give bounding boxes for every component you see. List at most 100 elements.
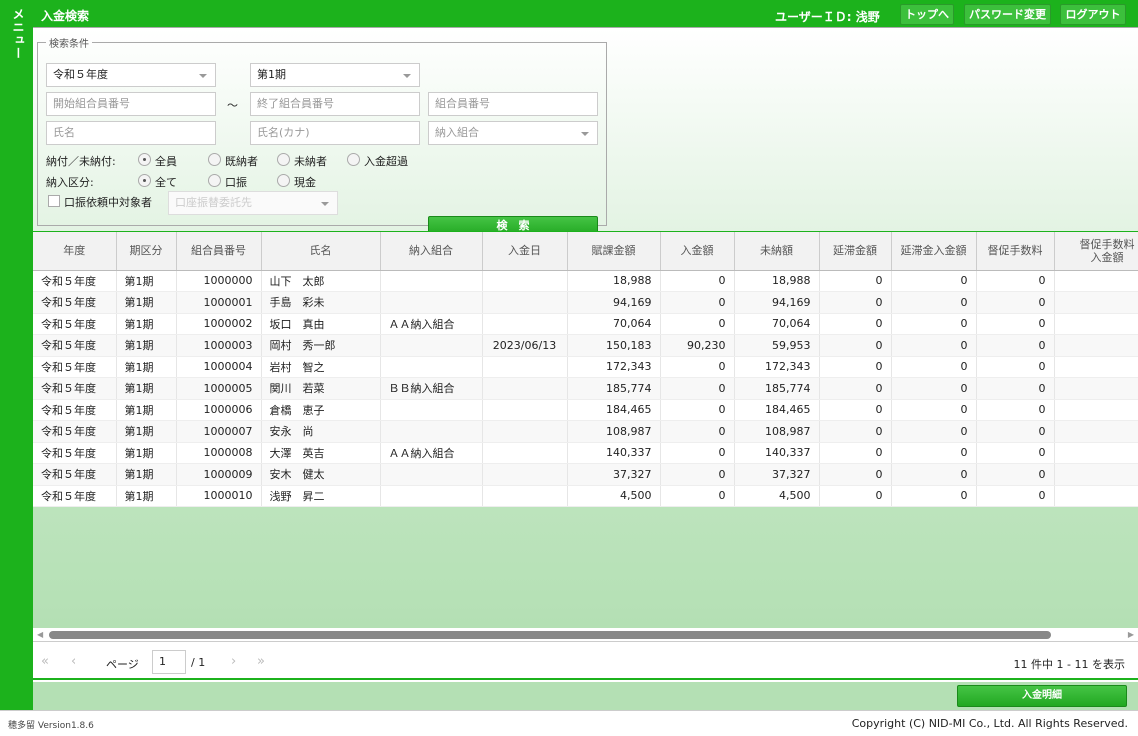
sidebar-menu-toggle[interactable]: メニュー: [0, 0, 33, 710]
horizontal-scrollbar[interactable]: ◀ ▶: [33, 628, 1138, 642]
table-cell: 0: [1054, 291, 1138, 314]
union-select[interactable]: 納入組合: [428, 121, 598, 145]
table-cell: [482, 463, 568, 486]
radio-all-members[interactable]: 全員: [138, 153, 177, 169]
table-cell: 1000003: [176, 334, 262, 357]
table-cell: 0: [976, 442, 1055, 464]
radio-transfer[interactable]: 口振: [208, 174, 247, 190]
table-cell: [482, 356, 568, 378]
kana-name-input[interactable]: 氏名(カナ): [250, 121, 420, 145]
table-cell: 172,343: [567, 356, 661, 378]
transfer-agent-select[interactable]: 口座振替委託先: [168, 191, 338, 215]
scroll-left-icon[interactable]: ◀: [37, 630, 43, 639]
scrollbar-thumb[interactable]: [49, 631, 1051, 639]
password-change-button[interactable]: パスワード変更: [964, 4, 1051, 25]
table-cell: 59,953: [734, 334, 820, 357]
table-cell: 山下 太郎: [261, 270, 381, 292]
column-header[interactable]: 入金日: [482, 232, 568, 271]
column-header[interactable]: 督促手数料 入金額: [1054, 232, 1138, 271]
table-cell: 0: [660, 270, 735, 292]
logout-button[interactable]: ログアウト: [1060, 4, 1126, 25]
table-row[interactable]: 令和５年度第1期1000010浅野 昇二4,50004,5000000: [33, 485, 1138, 507]
table-cell: 令和５年度: [33, 399, 117, 421]
table-cell: 第1期: [116, 463, 177, 486]
column-header[interactable]: 氏名: [261, 232, 381, 271]
table-cell: 108,987: [734, 420, 820, 443]
name-input[interactable]: 氏名: [46, 121, 216, 145]
table-row[interactable]: 令和５年度第1期1000000山下 太郎18,988018,9880000: [33, 270, 1138, 292]
table-cell: ＡＡ納入組合: [380, 313, 483, 335]
table-cell: 70,064: [567, 313, 661, 335]
column-header[interactable]: 督促手数料: [976, 232, 1055, 271]
column-header[interactable]: 期区分: [116, 232, 177, 271]
column-header[interactable]: 納入組合: [380, 232, 483, 271]
table-cell: 140,337: [567, 442, 661, 464]
menu-label: メニュー: [11, 8, 25, 60]
table-cell: 第1期: [116, 270, 177, 292]
table-row[interactable]: 令和５年度第1期1000007安永 尚108,9870108,9870000: [33, 420, 1138, 443]
table-cell: 0: [976, 399, 1055, 421]
payment-detail-button[interactable]: 入金明細: [957, 685, 1127, 707]
table-cell: 0: [1054, 270, 1138, 292]
table-row[interactable]: 令和５年度第1期1000009安木 健太37,327037,3270000: [33, 463, 1138, 486]
radio-overpaid[interactable]: 入金超過: [347, 153, 408, 169]
header: 入金検索 ユーザーＩＤ: 浅野 トップへ パスワード変更 ログアウト: [33, 0, 1138, 28]
transfer-request-checkbox[interactable]: 口振依頼中対象者: [48, 194, 152, 210]
table-row[interactable]: 令和５年度第1期1000001手島 彩未94,169094,1690000: [33, 291, 1138, 314]
year-select[interactable]: 令和５年度: [46, 63, 216, 87]
table-row[interactable]: 令和５年度 第1期 1000002 坂口 真由 ＡＡ納入組合 70,064 0 70,064 0…: [33, 313, 1138, 335]
table-cell: 0: [660, 463, 735, 486]
table-cell: 第1期: [116, 313, 177, 335]
table-cell: 第1期: [116, 334, 177, 357]
top-button[interactable]: トップへ: [900, 4, 954, 25]
page-input[interactable]: 1: [152, 650, 186, 674]
range-tilde: ～: [227, 99, 238, 112]
radio-paid[interactable]: 既納者: [208, 153, 258, 169]
table-row[interactable]: 令和５年度第1期1000006倉橋 恵子184,4650184,4650000: [33, 399, 1138, 421]
table-cell: [380, 399, 483, 421]
period-select[interactable]: 第1期: [250, 63, 420, 87]
table-cell: 0: [1054, 420, 1138, 443]
table-cell: 0: [819, 420, 892, 443]
version-text: 穂多留 Version1.8.6: [8, 721, 94, 731]
first-page-icon[interactable]: «: [41, 654, 49, 669]
table-cell: 172,343: [734, 356, 820, 378]
column-header[interactable]: 延滞金額: [819, 232, 892, 271]
table-cell: [380, 270, 483, 292]
table-cell: 0: [891, 270, 977, 292]
column-header[interactable]: 賦課金額: [567, 232, 661, 271]
table-cell: 1000009: [176, 463, 262, 486]
column-header[interactable]: 延滞金入金額: [891, 232, 977, 271]
table-cell: 令和５年度: [33, 463, 117, 486]
payment-type-label: 納入区分:: [46, 176, 94, 189]
table-row[interactable]: 令和５年度 第1期 1000008 大澤 英吉 ＡＡ納入組合 140,337 0 140,33…: [33, 442, 1138, 464]
table-cell: 0: [660, 420, 735, 443]
table-cell: 70,064: [734, 313, 820, 335]
column-header[interactable]: 年度: [33, 232, 117, 271]
table-cell: 2023/06/13: [482, 334, 568, 357]
column-header[interactable]: 未納額: [734, 232, 820, 271]
table-cell: [482, 485, 568, 507]
radio-unpaid[interactable]: 未納者: [277, 153, 327, 169]
page-label: ページ: [106, 658, 139, 671]
scroll-right-icon[interactable]: ▶: [1128, 630, 1134, 639]
radio-cash[interactable]: 現金: [277, 174, 316, 190]
column-header[interactable]: 入金額: [660, 232, 735, 271]
table-row[interactable]: 令和５年度 第1期 1000005 関川 若菜 ＢＢ納入組合 185,774 0 185,77…: [33, 377, 1138, 400]
table-cell: 浅野 昇二: [261, 485, 381, 507]
prev-page-icon[interactable]: ‹: [71, 654, 76, 669]
member-number-input[interactable]: 組合員番号: [428, 92, 598, 116]
table-row[interactable]: 令和５年度 第1期 1000003 岡村 秀一郎 2023/06/13 150,183 90…: [33, 334, 1138, 357]
next-page-icon[interactable]: ›: [231, 654, 236, 669]
table-cell: 1000004: [176, 356, 262, 378]
radio-all-types[interactable]: 全て: [138, 174, 177, 190]
start-member-input[interactable]: 開始組合員番号: [46, 92, 216, 116]
search-panel: 検索条件 令和５年度 第1期 開始組合員番号 ～ 終了組合員番号 組合員番号 氏…: [33, 29, 1138, 236]
last-page-icon[interactable]: »: [257, 654, 265, 669]
table-row[interactable]: 令和５年度第1期1000004岩村 智之172,3430172,3430000: [33, 356, 1138, 378]
column-header[interactable]: 組合員番号: [176, 232, 262, 271]
table-cell: 0: [819, 399, 892, 421]
end-member-input[interactable]: 終了組合員番号: [250, 92, 420, 116]
table-cell: 第1期: [116, 442, 177, 464]
total-pages: / 1: [191, 656, 206, 669]
